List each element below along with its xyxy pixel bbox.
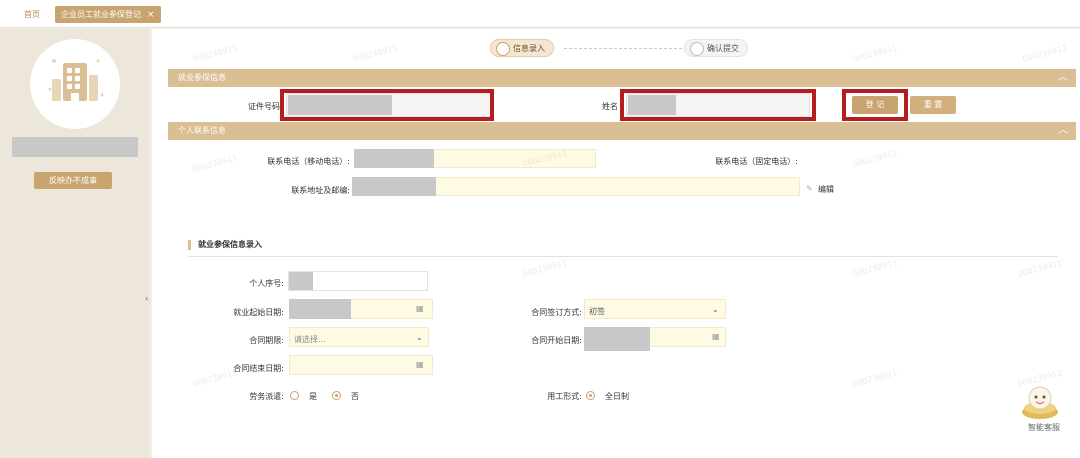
edit-link[interactable]: 编辑: [818, 184, 834, 195]
step-info-entry: 信息录入: [490, 39, 554, 57]
contract-term-placeholder: 请选择...: [294, 335, 326, 344]
contract-sign-label: 合同签订方式:: [531, 308, 582, 317]
contract-sign-select[interactable]: [584, 299, 726, 319]
section-header-contact[interactable]: 个人联系信息 ︿: [168, 122, 1076, 140]
section-title: 个人联系信息: [178, 126, 226, 135]
chevron-down-icon[interactable]: ⌄: [416, 333, 423, 342]
highlight-register: [842, 89, 908, 121]
section-header-employment-insurance[interactable]: 就业参保信息 ︿: [168, 69, 1076, 87]
chevron-down-icon[interactable]: ⌄: [712, 305, 719, 314]
step-label: 确认提交: [707, 44, 739, 53]
address-label: 联系地址及邮编:: [291, 186, 350, 195]
landline-label: 联系电话（固定电话）:: [715, 157, 798, 166]
employment-form-value: 全日制: [605, 392, 629, 401]
step-label: 信息录入: [513, 44, 545, 53]
start-date-redacted: [289, 299, 351, 319]
watermark: 000238911: [191, 43, 239, 64]
contract-start-label: 合同开始日期:: [531, 336, 582, 345]
user-name-redacted: [12, 137, 138, 157]
watermark: 000238911: [1016, 258, 1064, 279]
contract-start-redacted: [584, 327, 650, 351]
building-icon: [48, 59, 104, 101]
mobile-redacted: [354, 149, 434, 168]
contract-end-input[interactable]: [289, 355, 433, 375]
avatar: [30, 39, 120, 129]
serial-redacted: [289, 272, 313, 290]
main-panel: 信息录入 确认提交 就业参保信息 ︿ 证件号码 姓名 登 记 重 置 个人联系信…: [152, 29, 1080, 458]
start-date-label: 就业起始日期:: [233, 308, 284, 317]
highlight-name: [620, 89, 816, 121]
employment-form-radio[interactable]: [586, 391, 595, 400]
feedback-button[interactable]: 反映办不成事: [34, 172, 112, 189]
id-number-label: 证件号码: [248, 102, 280, 111]
calendar-icon[interactable]: ▦: [712, 332, 720, 341]
dispatch-no-radio[interactable]: [332, 391, 341, 400]
collapse-icon[interactable]: ︿: [1058, 69, 1068, 87]
collapse-icon[interactable]: ︿: [1058, 122, 1068, 140]
serial-label: 个人序号:: [249, 279, 284, 288]
edit-icon[interactable]: ✎: [806, 184, 813, 193]
divider: [188, 256, 1058, 257]
name-label: 姓名: [602, 102, 618, 111]
contract-sign-value: 初签: [589, 307, 605, 316]
submit-icon: [690, 42, 704, 56]
section-title-insurance-entry: 就业参保信息录入: [188, 240, 262, 250]
calendar-icon[interactable]: ▦: [416, 360, 424, 369]
watermark: 000238911: [851, 258, 899, 279]
watermark: 000238911: [851, 368, 899, 389]
collapse-sidebar-icon[interactable]: ‹: [145, 294, 148, 303]
watermark: 000238911: [851, 43, 899, 64]
sidebar: 反映办不成事 ‹: [0, 29, 150, 458]
reset-button[interactable]: 重 置: [910, 96, 956, 114]
contract-end-label: 合同结束日期:: [233, 364, 284, 373]
close-icon[interactable]: ×: [147, 10, 155, 20]
highlight-id-number: [280, 89, 494, 121]
contract-term-label: 合同期限:: [249, 336, 284, 345]
dispatch-yes-radio[interactable]: [290, 391, 299, 400]
address-redacted: [352, 177, 436, 196]
watermark: 000238911: [521, 258, 569, 279]
dispatch-label: 劳务派遣:: [249, 392, 284, 401]
employment-form-label: 用工形式:: [547, 392, 582, 401]
dispatch-no-label: 否: [351, 392, 359, 401]
tab-enterprise-registration[interactable]: 企业员工就业参保登记 ×: [55, 6, 161, 23]
watermark: 000238911: [351, 43, 399, 64]
step-confirm-submit: 确认提交: [684, 39, 748, 57]
dispatch-yes-label: 是: [309, 392, 317, 401]
assistant-label[interactable]: 智能客服: [1028, 422, 1060, 433]
tab-label: 企业员工就业参保登记: [61, 10, 141, 19]
mobile-label: 联系电话（移动电话）:: [267, 157, 350, 166]
watermark: 000238911: [851, 148, 899, 169]
tab-bar: 首页 企业员工就业参保登记 ×: [0, 0, 1080, 28]
edit-doc-icon: [496, 42, 510, 56]
watermark: 000238911: [1021, 43, 1069, 64]
calendar-icon[interactable]: ▦: [416, 304, 424, 313]
step-connector: [564, 48, 682, 49]
tab-home[interactable]: 首页: [22, 7, 42, 22]
section-title: 就业参保信息: [178, 73, 226, 82]
assistant-icon[interactable]: [1018, 378, 1062, 422]
